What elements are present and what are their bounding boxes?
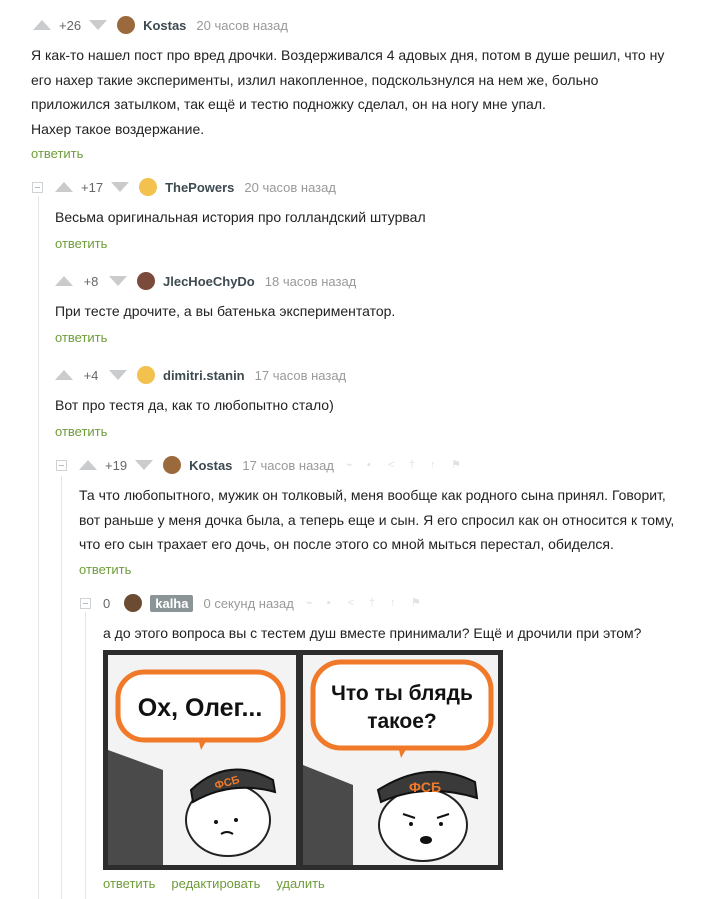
meme-left-bubble-text: Ох, Олег... [138, 694, 263, 722]
comment-rating: +26 [59, 17, 82, 33]
comment-line: Я как-то нашел пост про вред дрочки. Воз… [31, 47, 665, 63]
username[interactable]: dimitri.stanin [163, 368, 245, 383]
comment-rating: +19 [105, 457, 128, 473]
thread-branch-line[interactable] [38, 196, 39, 899]
report-icon[interactable]: ⚑ [451, 459, 462, 471]
comment-text: При тесте дрочите, а вы батенька экспери… [55, 299, 395, 324]
comment-header: 0 kalha 0 секунд назад ⌁ ▪ < † ↑ ⚑ [103, 593, 422, 613]
comment-line: Та что любопытного, мужик он толковый, м… [79, 487, 666, 503]
collapse-toggle-icon[interactable] [32, 182, 43, 193]
upvote-arrow-icon[interactable] [79, 460, 97, 470]
branch-icon[interactable]: † [369, 597, 380, 609]
save-icon[interactable]: ▪ [367, 459, 378, 471]
comment-line: приложился затылком, так ещё и тестю под… [31, 96, 546, 112]
username[interactable]: JlecHoeChyDo [163, 274, 255, 289]
comment-header: +26 Kostas 20 часов назад [33, 15, 288, 35]
avatar[interactable] [163, 456, 182, 474]
comment-line: Нахер такое воздержание. [31, 120, 205, 137]
comment-actions: ответить редактировать удалить [103, 876, 325, 891]
meme-right-bubble-text-line2: такое? [367, 710, 437, 733]
comment-text: а до этого вопроса вы с тестем душ вмест… [103, 621, 641, 646]
comment-line: его нахер такие эксперименты, излил нако… [31, 71, 599, 88]
comment-line: а до этого вопроса вы с тестем душ вмест… [103, 625, 642, 641]
up-icon[interactable]: ↑ [430, 459, 441, 471]
reply-link[interactable]: ответить [55, 330, 107, 345]
username[interactable]: Kostas [143, 18, 186, 33]
link-icon[interactable]: ⌁ [346, 459, 357, 471]
collapse-toggle-icon[interactable] [80, 598, 91, 609]
comment-tools: ⌁ ▪ < † ↑ ⚑ [346, 459, 462, 471]
avatar[interactable] [117, 16, 136, 34]
comment-header: +8 JlecHoeChyDo 18 часов назад [55, 271, 356, 291]
collapse-toggle-icon[interactable] [56, 460, 67, 471]
comment-text: Та что любопытного, мужик он толковый, м… [79, 483, 674, 557]
timestamp[interactable]: 20 часов назад [244, 180, 336, 195]
downvote-arrow-icon[interactable] [109, 276, 127, 286]
comment-rating: +17 [81, 179, 104, 195]
downvote-arrow-icon[interactable] [135, 460, 154, 470]
username[interactable]: kalha [150, 594, 194, 612]
timestamp[interactable]: 20 часов назад [196, 18, 288, 33]
edit-link[interactable]: редактировать [171, 876, 260, 891]
meme-right-bubble-text-line1: Что ты блядь [331, 682, 473, 705]
timestamp[interactable]: 18 часов назад [265, 274, 357, 289]
meme-image[interactable]: Ох, Олег... Что ты блядь такое? ФСБ ФСБ [103, 650, 503, 870]
link-icon[interactable]: ⌁ [306, 597, 317, 609]
timestamp[interactable]: 0 секунд назад [203, 596, 293, 611]
reply-link[interactable]: ответить [103, 876, 155, 891]
delete-link[interactable]: удалить [276, 876, 324, 891]
downvote-arrow-icon[interactable] [109, 370, 127, 380]
reply-link[interactable]: ответить [31, 146, 83, 161]
comment-header: +4 dimitri.stanin 17 часов назад [55, 365, 346, 385]
thread-branch-line[interactable] [61, 476, 62, 899]
share-icon[interactable]: < [388, 459, 399, 471]
comment-header: +17 ThePowers 20 часов назад [55, 177, 336, 197]
avatar[interactable] [139, 178, 158, 196]
share-icon[interactable]: < [348, 597, 359, 609]
comment-tools: ⌁ ▪ < † ↑ ⚑ [306, 597, 422, 609]
reply-link[interactable]: ответить [79, 562, 131, 577]
username[interactable]: Kostas [189, 458, 232, 473]
comment-line: что его сын трахает его дочь, он после э… [79, 536, 614, 552]
username[interactable]: ThePowers [165, 180, 234, 195]
upvote-arrow-icon[interactable] [55, 182, 73, 192]
meme-cap-text-right: ФСБ [409, 779, 441, 795]
comment-line: Весьма оригинальная история про голландс… [55, 209, 426, 225]
avatar[interactable] [124, 594, 143, 612]
comment-rating: 0 [103, 595, 111, 611]
comment-text: Вот про тестя да, как то любопытно стало… [55, 393, 334, 418]
avatar[interactable] [137, 366, 155, 384]
reply-link[interactable]: ответить [55, 424, 107, 439]
timestamp[interactable]: 17 часов назад [255, 368, 347, 383]
save-icon[interactable]: ▪ [327, 597, 338, 609]
comment-text: Я как-то нашел пост про вред дрочки. Воз… [31, 43, 664, 141]
reply-link[interactable]: ответить [55, 236, 107, 251]
upvote-arrow-icon[interactable] [55, 276, 73, 286]
downvote-arrow-icon[interactable] [111, 182, 130, 192]
comment-header: +19 Kostas 17 часов назад ⌁ ▪ < † ↑ ⚑ [79, 455, 462, 475]
thread-branch-line[interactable] [85, 612, 86, 899]
up-icon[interactable]: ↑ [390, 597, 401, 609]
comment-rating: +4 [83, 367, 99, 383]
report-icon[interactable]: ⚑ [411, 597, 422, 609]
comment-line: Вот про тестя да, как то любопытно стало… [55, 397, 334, 413]
comment-rating: +8 [83, 273, 99, 289]
upvote-arrow-icon[interactable] [55, 370, 73, 380]
comment-line: вот раньше у меня дочка была, а теперь е… [79, 511, 675, 528]
avatar[interactable] [137, 272, 155, 290]
comment-line: При тесте дрочите, а вы батенька экспери… [55, 303, 396, 319]
downvote-arrow-icon[interactable] [89, 20, 108, 30]
comment-text: Весьма оригинальная история про голландс… [55, 205, 426, 230]
upvote-arrow-icon[interactable] [33, 20, 51, 30]
timestamp[interactable]: 17 часов назад [242, 458, 334, 473]
branch-icon[interactable]: † [409, 459, 420, 471]
